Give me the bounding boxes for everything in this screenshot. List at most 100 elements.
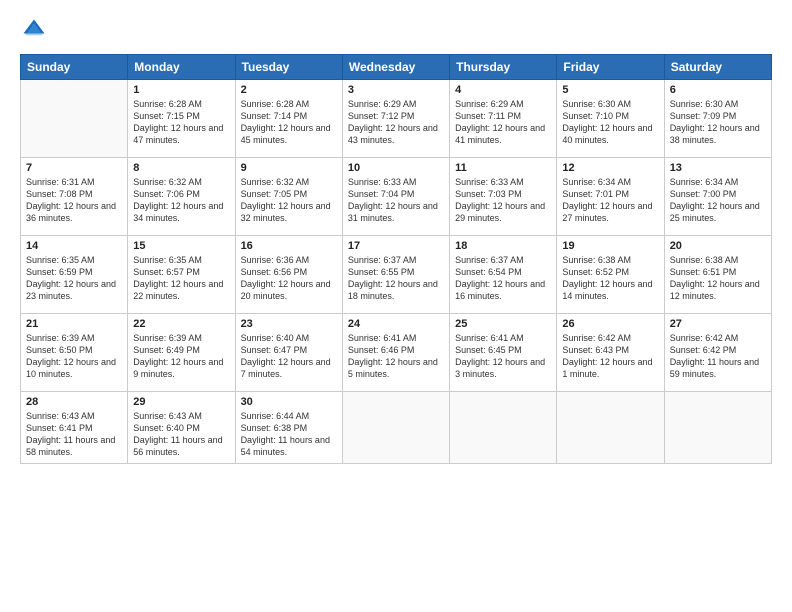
- calendar-cell: [450, 392, 557, 464]
- day-info: Sunrise: 6:42 AM Sunset: 6:42 PM Dayligh…: [670, 332, 766, 381]
- day-info: Sunrise: 6:31 AM Sunset: 7:08 PM Dayligh…: [26, 176, 122, 225]
- calendar-table: Sunday Monday Tuesday Wednesday Thursday…: [20, 54, 772, 464]
- day-number: 13: [670, 162, 766, 174]
- day-number: 20: [670, 240, 766, 252]
- day-info: Sunrise: 6:30 AM Sunset: 7:09 PM Dayligh…: [670, 98, 766, 147]
- day-info: Sunrise: 6:37 AM Sunset: 6:55 PM Dayligh…: [348, 254, 444, 303]
- day-info: Sunrise: 6:30 AM Sunset: 7:10 PM Dayligh…: [562, 98, 658, 147]
- header-tuesday: Tuesday: [235, 55, 342, 80]
- calendar-cell: 6 Sunrise: 6:30 AM Sunset: 7:09 PM Daylig…: [664, 80, 771, 158]
- header: [20, 16, 772, 44]
- calendar-cell: 22 Sunrise: 6:39 AM Sunset: 6:49 PM Dayli…: [128, 314, 235, 392]
- day-info: Sunrise: 6:35 AM Sunset: 6:57 PM Dayligh…: [133, 254, 229, 303]
- day-info: Sunrise: 6:39 AM Sunset: 6:49 PM Dayligh…: [133, 332, 229, 381]
- day-number: 15: [133, 240, 229, 252]
- calendar-cell: 4 Sunrise: 6:29 AM Sunset: 7:11 PM Daylig…: [450, 80, 557, 158]
- logo: [20, 16, 52, 44]
- day-number: 17: [348, 240, 444, 252]
- page: Sunday Monday Tuesday Wednesday Thursday…: [0, 0, 792, 612]
- calendar-cell: [557, 392, 664, 464]
- header-sunday: Sunday: [21, 55, 128, 80]
- calendar-cell: [664, 392, 771, 464]
- day-number: 7: [26, 162, 122, 174]
- day-number: 11: [455, 162, 551, 174]
- day-info: Sunrise: 6:37 AM Sunset: 6:54 PM Dayligh…: [455, 254, 551, 303]
- calendar-cell: 21Sunrise: 6:39 AM Sunset: 6:50 PM Dayli…: [21, 314, 128, 392]
- calendar-cell: 27 Sunrise: 6:42 AM Sunset: 6:42 PM Dayli…: [664, 314, 771, 392]
- day-number: 10: [348, 162, 444, 174]
- day-info: Sunrise: 6:34 AM Sunset: 7:00 PM Dayligh…: [670, 176, 766, 225]
- day-number: 28: [26, 396, 122, 408]
- calendar-cell: 23Sunrise: 6:40 AM Sunset: 6:47 PM Dayli…: [235, 314, 342, 392]
- calendar-cell: 13 Sunrise: 6:34 AM Sunset: 7:00 PM Dayli…: [664, 158, 771, 236]
- calendar-cell: 28 Sunrise: 6:43 AM Sunset: 6:41 PM Dayli…: [21, 392, 128, 464]
- day-number: 14: [26, 240, 122, 252]
- calendar-cell: 19 Sunrise: 6:38 AM Sunset: 6:52 PM Dayli…: [557, 236, 664, 314]
- day-number: 3: [348, 84, 444, 96]
- day-number: 25: [455, 318, 551, 330]
- calendar-cell: 12 Sunrise: 6:34 AM Sunset: 7:01 PM Dayli…: [557, 158, 664, 236]
- day-number: 9: [241, 162, 337, 174]
- day-info: Sunrise: 6:43 AM Sunset: 6:41 PM Dayligh…: [26, 410, 122, 459]
- calendar-cell: 17 Sunrise: 6:37 AM Sunset: 6:55 PM Dayli…: [342, 236, 449, 314]
- day-number: 19: [562, 240, 658, 252]
- header-monday: Monday: [128, 55, 235, 80]
- day-info: Sunrise: 6:33 AM Sunset: 7:04 PM Dayligh…: [348, 176, 444, 225]
- calendar-cell: [342, 392, 449, 464]
- calendar-cell: 9 Sunrise: 6:32 AM Sunset: 7:05 PM Daylig…: [235, 158, 342, 236]
- day-info: Sunrise: 6:29 AM Sunset: 7:12 PM Dayligh…: [348, 98, 444, 147]
- day-number: 12: [562, 162, 658, 174]
- day-number: 4: [455, 84, 551, 96]
- calendar-cell: 10 Sunrise: 6:33 AM Sunset: 7:04 PM Dayli…: [342, 158, 449, 236]
- calendar-cell: 7 Sunrise: 6:31 AM Sunset: 7:08 PM Daylig…: [21, 158, 128, 236]
- calendar-cell: 26Sunrise: 6:42 AM Sunset: 6:43 PM Dayli…: [557, 314, 664, 392]
- calendar-cell: 5 Sunrise: 6:30 AM Sunset: 7:10 PM Daylig…: [557, 80, 664, 158]
- calendar-cell: 15 Sunrise: 6:35 AM Sunset: 6:57 PM Dayli…: [128, 236, 235, 314]
- day-info: Sunrise: 6:33 AM Sunset: 7:03 PM Dayligh…: [455, 176, 551, 225]
- day-number: 27: [670, 318, 766, 330]
- calendar-header-row: Sunday Monday Tuesday Wednesday Thursday…: [21, 55, 772, 80]
- header-saturday: Saturday: [664, 55, 771, 80]
- day-number: 22: [133, 318, 229, 330]
- calendar-cell: 11 Sunrise: 6:33 AM Sunset: 7:03 PM Dayli…: [450, 158, 557, 236]
- day-info: Sunrise: 6:34 AM Sunset: 7:01 PM Dayligh…: [562, 176, 658, 225]
- day-number: 8: [133, 162, 229, 174]
- day-number: 2: [241, 84, 337, 96]
- day-info: Sunrise: 6:35 AM Sunset: 6:59 PM Dayligh…: [26, 254, 122, 303]
- day-number: 29: [133, 396, 229, 408]
- day-info: Sunrise: 6:32 AM Sunset: 7:05 PM Dayligh…: [241, 176, 337, 225]
- day-info: Sunrise: 6:38 AM Sunset: 6:52 PM Dayligh…: [562, 254, 658, 303]
- day-number: 30: [241, 396, 337, 408]
- day-info: Sunrise: 6:41 AM Sunset: 6:45 PM Dayligh…: [455, 332, 551, 381]
- calendar-cell: 18 Sunrise: 6:37 AM Sunset: 6:54 PM Dayli…: [450, 236, 557, 314]
- calendar-cell: 30 Sunrise: 6:44 AM Sunset: 6:38 PM Dayli…: [235, 392, 342, 464]
- day-info: Sunrise: 6:43 AM Sunset: 6:40 PM Dayligh…: [133, 410, 229, 459]
- calendar-cell: 14 Sunrise: 6:35 AM Sunset: 6:59 PM Dayli…: [21, 236, 128, 314]
- calendar-cell: 3 Sunrise: 6:29 AM Sunset: 7:12 PM Daylig…: [342, 80, 449, 158]
- day-info: Sunrise: 6:44 AM Sunset: 6:38 PM Dayligh…: [241, 410, 337, 459]
- calendar-cell: 20 Sunrise: 6:38 AM Sunset: 6:51 PM Dayli…: [664, 236, 771, 314]
- day-number: 5: [562, 84, 658, 96]
- day-info: Sunrise: 6:38 AM Sunset: 6:51 PM Dayligh…: [670, 254, 766, 303]
- calendar-cell: 1Sunrise: 6:28 AM Sunset: 7:15 PM Daylig…: [128, 80, 235, 158]
- day-info: Sunrise: 6:28 AM Sunset: 7:14 PM Dayligh…: [241, 98, 337, 147]
- day-info: Sunrise: 6:36 AM Sunset: 6:56 PM Dayligh…: [241, 254, 337, 303]
- day-info: Sunrise: 6:29 AM Sunset: 7:11 PM Dayligh…: [455, 98, 551, 147]
- day-info: Sunrise: 6:28 AM Sunset: 7:15 PM Dayligh…: [133, 98, 229, 147]
- calendar-cell: 24Sunrise: 6:41 AM Sunset: 6:46 PM Dayli…: [342, 314, 449, 392]
- header-friday: Friday: [557, 55, 664, 80]
- day-info: Sunrise: 6:42 AM Sunset: 6:43 PM Dayligh…: [562, 332, 658, 381]
- day-number: 23: [241, 318, 337, 330]
- day-number: 18: [455, 240, 551, 252]
- day-number: 6: [670, 84, 766, 96]
- logo-icon: [20, 16, 48, 44]
- calendar-cell: 25 Sunrise: 6:41 AM Sunset: 6:45 PM Dayli…: [450, 314, 557, 392]
- calendar-cell: [21, 80, 128, 158]
- day-number: 16: [241, 240, 337, 252]
- calendar-cell: 2 Sunrise: 6:28 AM Sunset: 7:14 PM Daylig…: [235, 80, 342, 158]
- header-thursday: Thursday: [450, 55, 557, 80]
- day-info: Sunrise: 6:32 AM Sunset: 7:06 PM Dayligh…: [133, 176, 229, 225]
- day-info: Sunrise: 6:41 AM Sunset: 6:46 PM Dayligh…: [348, 332, 444, 381]
- day-info: Sunrise: 6:39 AM Sunset: 6:50 PM Dayligh…: [26, 332, 122, 381]
- calendar-cell: 29 Sunrise: 6:43 AM Sunset: 6:40 PM Dayli…: [128, 392, 235, 464]
